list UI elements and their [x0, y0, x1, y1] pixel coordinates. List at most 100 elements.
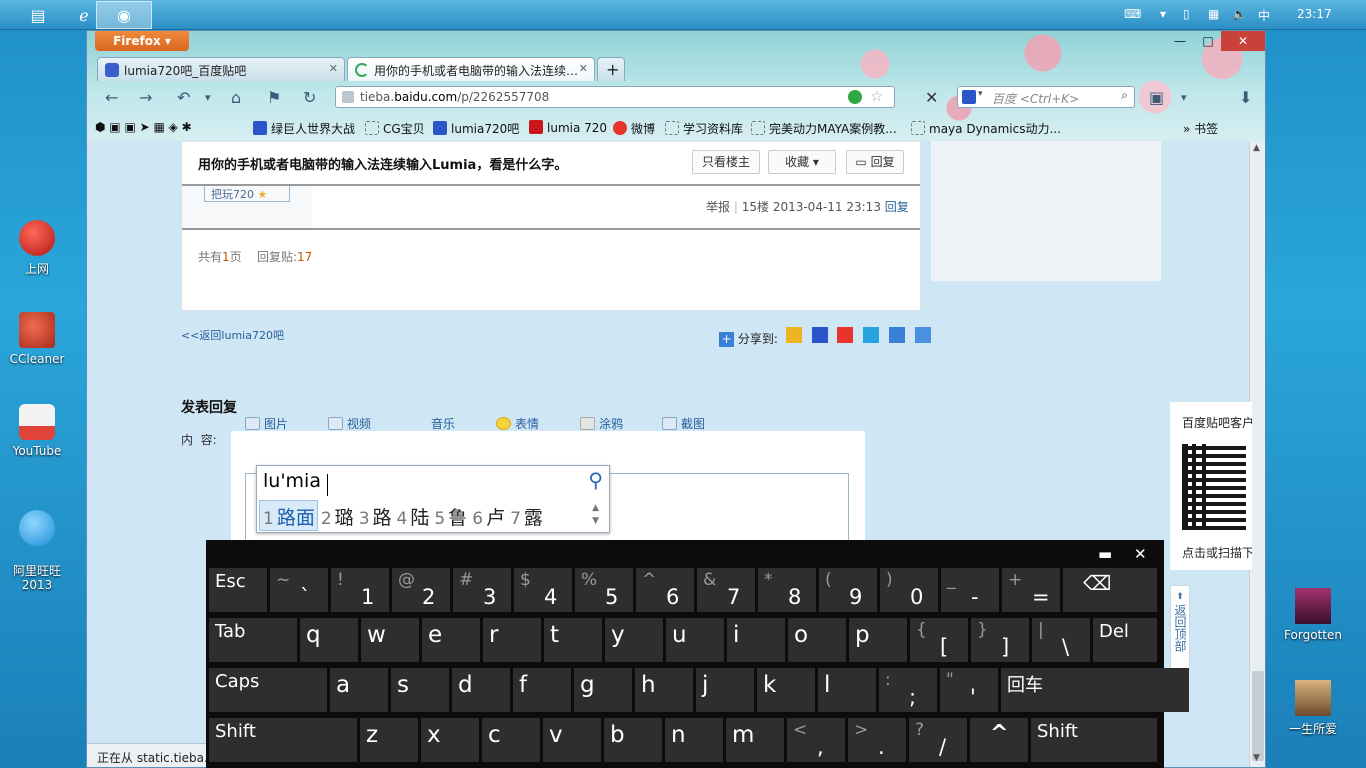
- history-dropdown-icon[interactable]: ▾: [205, 91, 211, 104]
- bookmarks-menu[interactable]: » 书签: [1183, 120, 1218, 137]
- reply-button[interactable]: ▭ 回复: [846, 150, 904, 174]
- keyboard-key[interactable]: | \: [1032, 618, 1090, 662]
- tab-lumia720-bar[interactable]: lumia720吧_百度贴吧 ✕: [97, 57, 345, 81]
- keyboard-key[interactable]: ! 1: [331, 568, 389, 612]
- tieba-client-widget[interactable]: 百度贴吧客户 点击或扫描下: [1170, 402, 1252, 570]
- new-tab-button[interactable]: +: [597, 57, 625, 81]
- keyboard-key[interactable]: t: [544, 618, 602, 662]
- keyboard-key[interactable]: ) 0: [880, 568, 938, 612]
- bookmark-item[interactable]: 学习资料库: [665, 120, 743, 137]
- tab-close-icon[interactable]: ✕: [579, 62, 588, 75]
- ime-candidate[interactable]: 7露: [507, 501, 545, 530]
- keyboard-key[interactable]: d: [452, 668, 510, 712]
- keyboard-key[interactable]: ^ 6: [636, 568, 694, 612]
- keyboard-key[interactable]: l: [818, 668, 876, 712]
- minimize-button[interactable]: —: [1165, 31, 1195, 51]
- forward-arrow-icon[interactable]: →: [139, 88, 152, 107]
- user-badge[interactable]: 把玩720 ★: [204, 186, 290, 202]
- weibo-share-icon[interactable]: [837, 327, 854, 343]
- keyboard-dock-icon[interactable]: ▬: [1098, 545, 1112, 563]
- graffiti-tool[interactable]: 涂鸦: [580, 415, 623, 432]
- site-identity-icon[interactable]: [342, 91, 354, 103]
- keyboard-key[interactable]: a: [330, 668, 388, 712]
- ime-candidate[interactable]: 4陆: [394, 501, 432, 530]
- keyboard-key[interactable]: ^: [970, 718, 1028, 762]
- addon-icon[interactable]: ▣: [1149, 88, 1164, 107]
- keyboard-key[interactable]: * 8: [758, 568, 816, 612]
- scroll-thumb[interactable]: [1252, 671, 1264, 761]
- insert-image-tool[interactable]: 图片: [245, 415, 288, 432]
- keyboard-key[interactable]: q: [300, 618, 358, 662]
- keyboard-key[interactable]: g: [574, 668, 632, 712]
- desktop-icon-youtube[interactable]: YouTube: [0, 404, 74, 458]
- keyboard-key[interactable]: 回车: [1001, 668, 1189, 712]
- keyboard-key[interactable]: y: [605, 618, 663, 662]
- ime-candidate[interactable]: 1 路面: [259, 500, 318, 531]
- bookmark-item[interactable]: 绿巨人世界大战: [253, 120, 355, 137]
- keyboard-key[interactable]: x: [421, 718, 479, 762]
- keyboard-key[interactable]: i: [727, 618, 785, 662]
- url-bar[interactable]: tieba.baidu.com/p/2262557708 ☆: [335, 86, 895, 108]
- keyboard-close-icon[interactable]: ✕: [1134, 545, 1147, 563]
- volume-tray-icon[interactable]: 🔈: [1232, 7, 1247, 21]
- back-arrow-icon[interactable]: ←: [105, 88, 118, 107]
- keyboard-key[interactable]: _ -: [941, 568, 999, 612]
- bookmark-item[interactable]: lumia720吧: [433, 120, 519, 137]
- desktop-icon-aliwangwang[interactable]: 阿里旺旺 2013: [0, 496, 74, 592]
- bookmark-shortcut-icons[interactable]: ⬢ ▣ ▣ ➤ ▦ ◈ ✱: [95, 120, 192, 134]
- network-tray-icon[interactable]: ▦: [1208, 7, 1219, 21]
- keyboard-key[interactable]: s: [391, 668, 449, 712]
- keyboard-key[interactable]: >.: [848, 718, 906, 762]
- firefox-taskbar-icon[interactable]: ◉: [96, 1, 152, 29]
- tab-current-thread[interactable]: 用你的手机或者电脑带的输入法连续… ✕: [347, 57, 595, 81]
- keyboard-key[interactable]: & 7: [697, 568, 755, 612]
- keyboard-key[interactable]: " ': [940, 668, 998, 712]
- keyboard-key[interactable]: Del: [1093, 618, 1157, 662]
- keyboard-key[interactable]: #3: [453, 568, 511, 612]
- back-to-bar-link[interactable]: <<返回lumia720吧: [181, 327, 284, 343]
- keyboard-key[interactable]: ? /: [909, 718, 967, 762]
- favorite-button[interactable]: 收藏 ▾: [768, 150, 836, 174]
- bookmark-item[interactable]: lumia 720: [529, 120, 607, 135]
- insert-video-tool[interactable]: 视频: [328, 415, 371, 432]
- maximize-button[interactable]: □: [1193, 31, 1223, 51]
- keyboard-key[interactable]: :;: [879, 668, 937, 712]
- keyboard-key[interactable]: u: [666, 618, 724, 662]
- qq-share-icon[interactable]: [863, 327, 880, 343]
- clock[interactable]: 23:17: [1297, 7, 1332, 21]
- ime-candidate[interactable]: 2璐: [318, 501, 356, 530]
- keyboard-key[interactable]: Esc: [209, 568, 267, 612]
- post-reply-link[interactable]: 回复: [885, 200, 909, 214]
- keyboard-key[interactable]: n: [665, 718, 723, 762]
- desktop-icon-forgotten[interactable]: Forgotten: [1276, 588, 1350, 642]
- bookmark-item[interactable]: CG宝贝: [365, 120, 425, 137]
- undo-close-tab-icon[interactable]: ↶: [177, 88, 190, 107]
- keyboard-key[interactable]: + =: [1002, 568, 1060, 612]
- keyboard-key[interactable]: b: [604, 718, 662, 762]
- insert-emoji-tool[interactable]: 表情: [496, 415, 539, 432]
- desktop-icon-yishengsuoai[interactable]: 一生所爱: [1276, 680, 1350, 737]
- keyboard-key[interactable]: % 5: [575, 568, 633, 612]
- keyboard-tray-icon[interactable]: ⌨: [1124, 7, 1141, 21]
- bookmark-item[interactable]: 微博: [613, 120, 655, 137]
- keyboard-key[interactable]: m: [726, 718, 784, 762]
- qzone-share-icon[interactable]: [785, 327, 802, 343]
- go-arrow-icon[interactable]: [848, 90, 862, 104]
- ime-indicator[interactable]: 中: [1258, 7, 1270, 24]
- keyboard-key[interactable]: v: [543, 718, 601, 762]
- baidu-search-engine-icon[interactable]: [962, 90, 976, 104]
- kaixin-share-icon[interactable]: [914, 327, 931, 343]
- close-window-button[interactable]: ✕: [1221, 31, 1265, 51]
- keyboard-key[interactable]: r: [483, 618, 541, 662]
- keyboard-key[interactable]: e: [422, 618, 480, 662]
- keyboard-key[interactable]: <,: [787, 718, 845, 762]
- insert-music-tool[interactable]: 音乐: [412, 415, 455, 432]
- keyboard-key[interactable]: h: [635, 668, 693, 712]
- ime-candidate[interactable]: 3路: [356, 501, 394, 530]
- desktop-icon-internet[interactable]: 上网: [0, 220, 74, 277]
- keyboard-key[interactable]: j: [696, 668, 754, 712]
- screenshot-tool[interactable]: 截图: [662, 415, 705, 432]
- share-plus-icon[interactable]: +: [719, 332, 734, 347]
- tray-expand-icon[interactable]: ▾: [1160, 7, 1166, 21]
- keyboard-key[interactable]: ~ `: [270, 568, 328, 612]
